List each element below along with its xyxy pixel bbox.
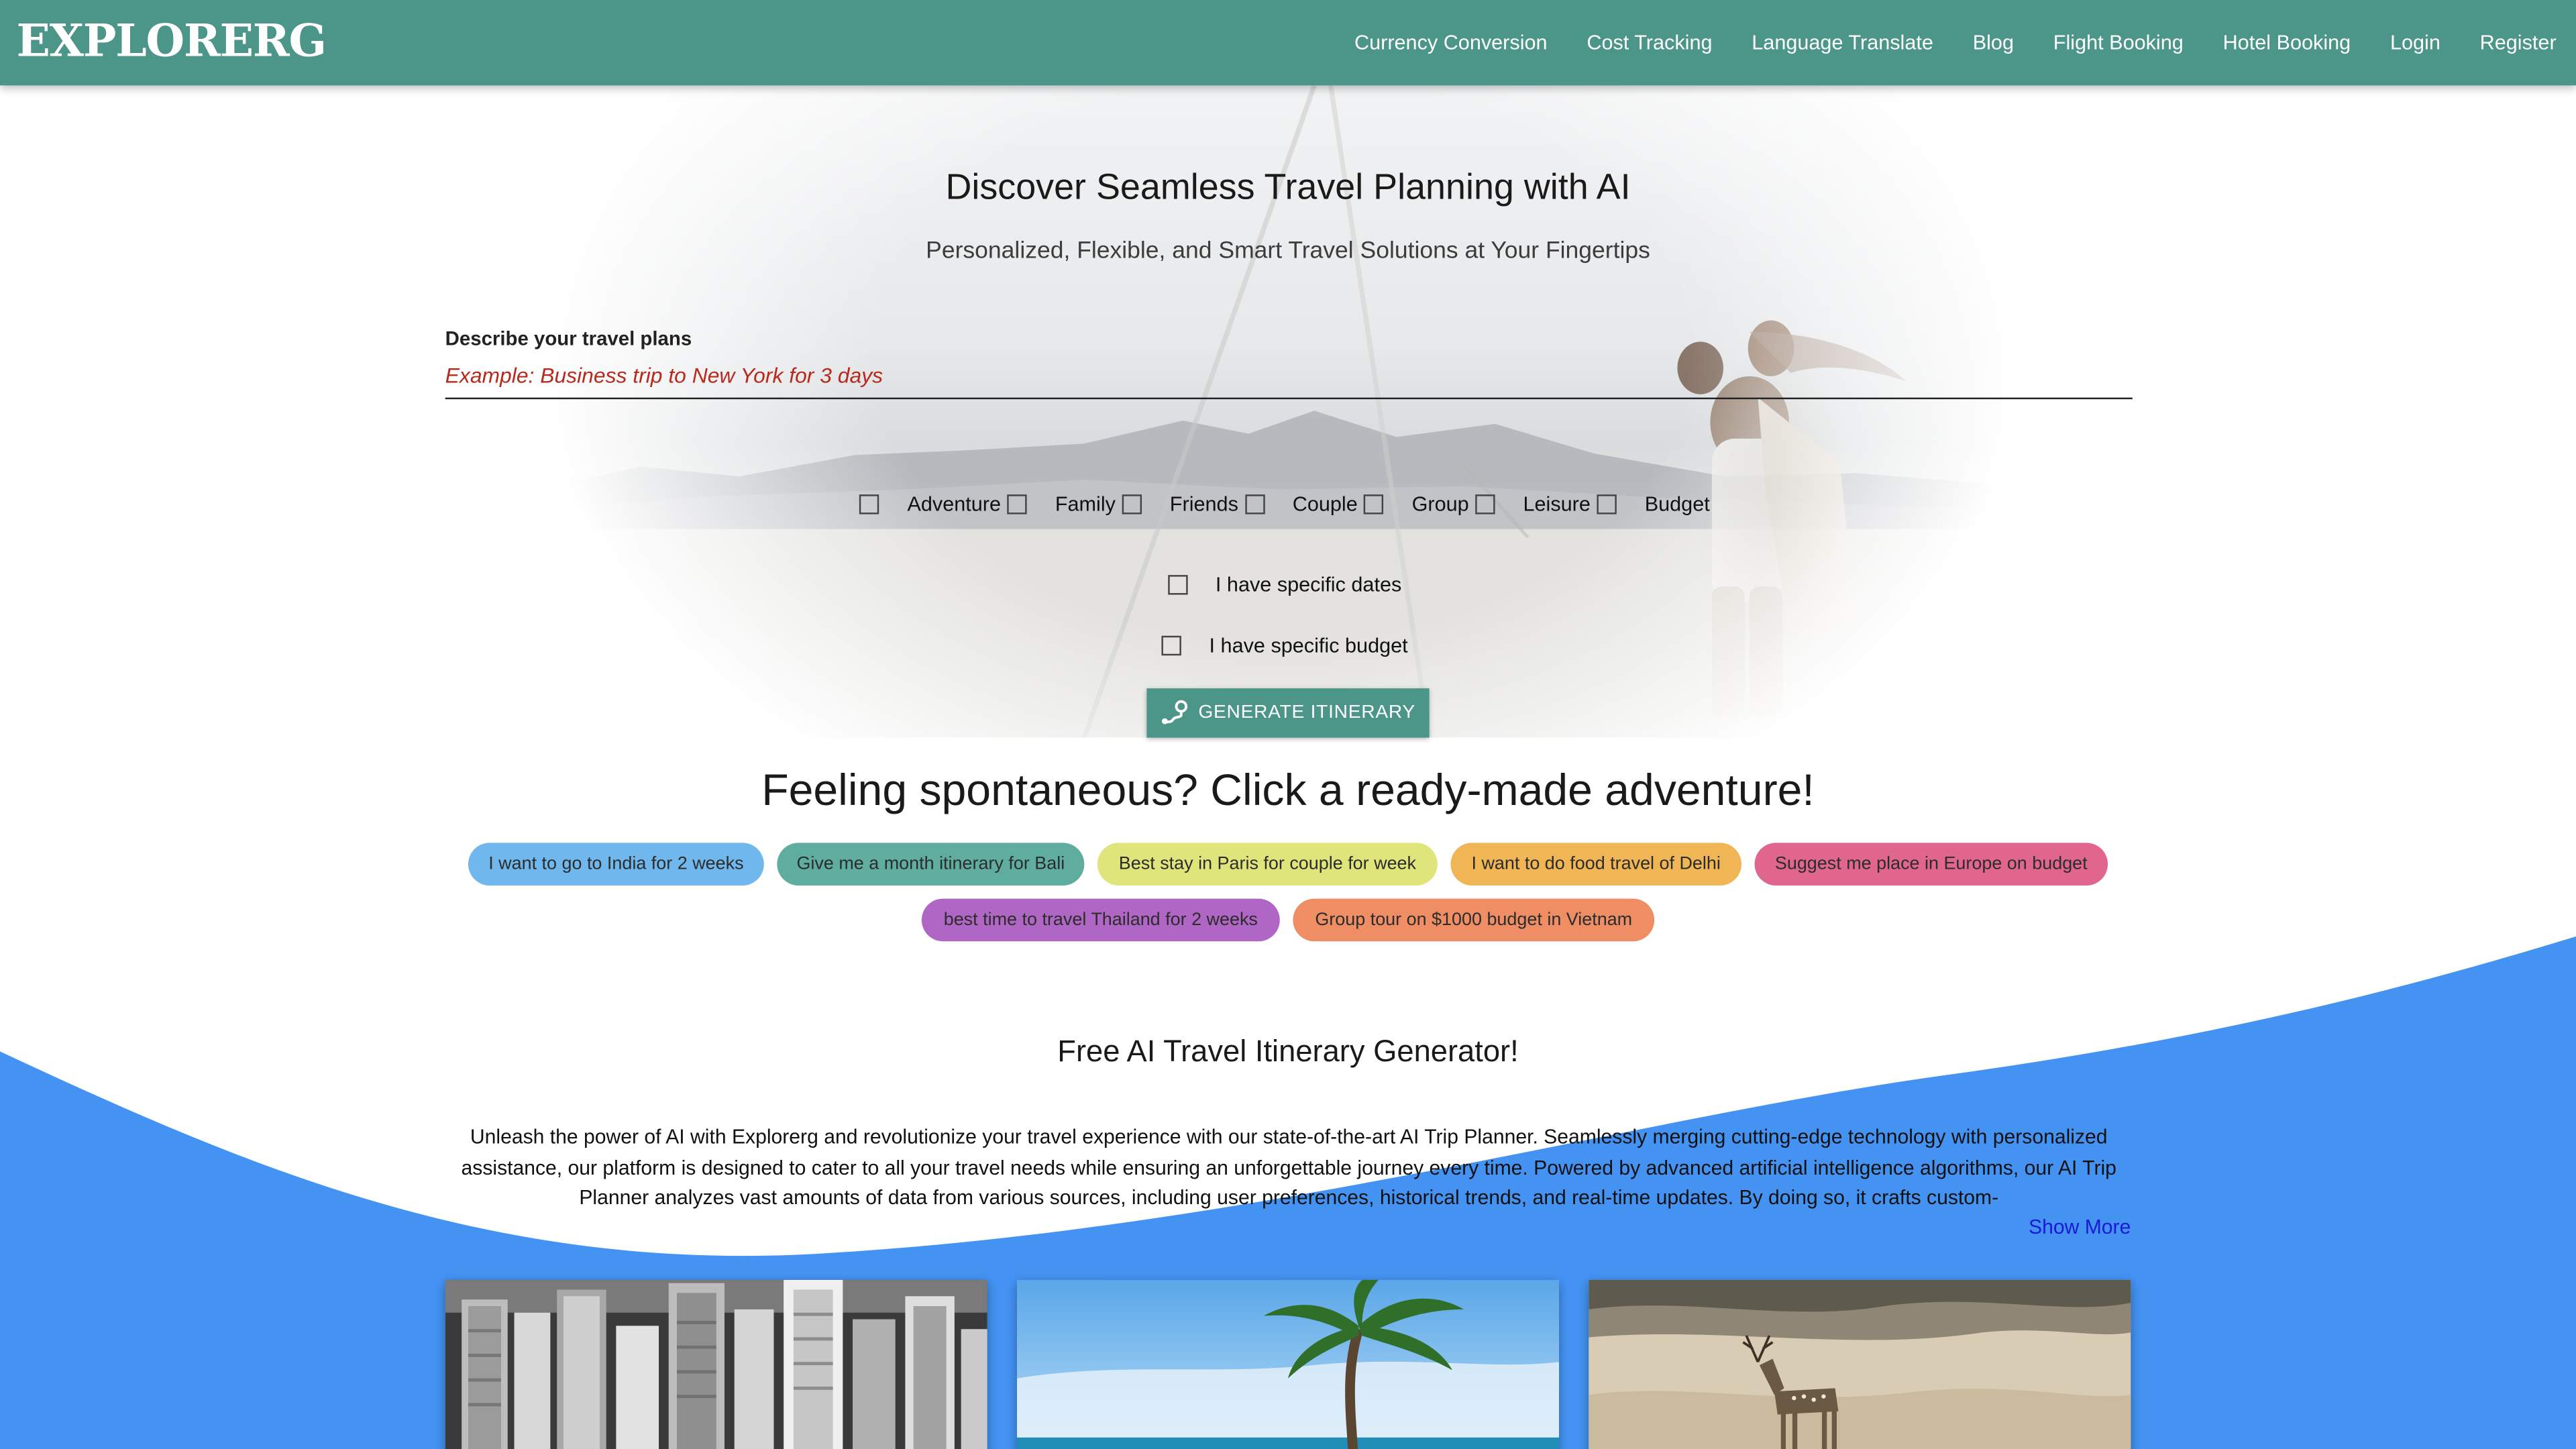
nav-language-translate[interactable]: Language Translate xyxy=(1732,0,1953,85)
nav-cost-tracking[interactable]: Cost Tracking xyxy=(1567,0,1732,85)
free-generator-description: Unleash the power of AI with Explorerg a… xyxy=(461,1125,2116,1210)
nav-login[interactable]: Login xyxy=(2371,0,2461,85)
nav-hotel-booking[interactable]: Hotel Booking xyxy=(2203,0,2370,85)
nav-register[interactable]: Register xyxy=(2460,0,2576,85)
destination-card-city[interactable] xyxy=(445,1279,987,1449)
nav-currency-conversion[interactable]: Currency Conversion xyxy=(1335,0,1567,85)
navbar: EXPLORERG Currency Conversion Cost Track… xyxy=(0,0,2576,86)
deer-dunes-image xyxy=(1589,1279,2131,1449)
nav-blog[interactable]: Blog xyxy=(1953,0,2033,85)
city-skyline-image xyxy=(445,1279,987,1449)
free-generator-title: Free AI Travel Itinerary Generator! xyxy=(1057,1033,1519,1068)
logo[interactable]: EXPLORERG xyxy=(16,13,327,72)
show-more-link[interactable]: Show More xyxy=(2029,1216,2131,1238)
nav-flight-booking[interactable]: Flight Booking xyxy=(2033,0,2203,85)
destination-card-beach[interactable] xyxy=(1016,1279,1560,1449)
destination-card-wildlife[interactable] xyxy=(1589,1279,2131,1449)
nav-links: Currency Conversion Cost Tracking Langua… xyxy=(1335,0,2576,85)
palm-beach-image xyxy=(1016,1279,1560,1449)
